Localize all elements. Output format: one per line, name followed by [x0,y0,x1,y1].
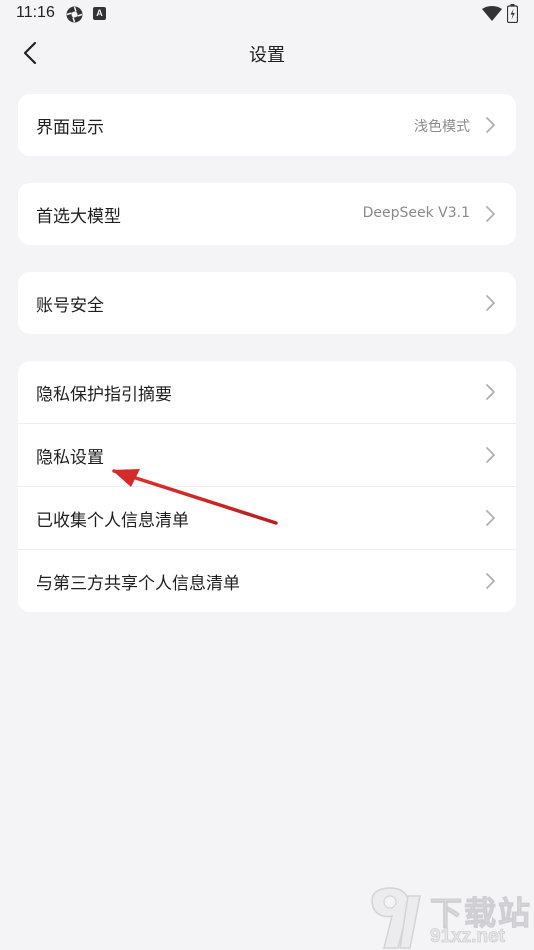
settings-card-privacy: 隐私保护指引摘要 隐私设置 已收集个人信息清单 与第三方共享个人信息清单 [18,361,516,612]
watermark: 下载站 91xz.net [364,886,534,950]
chevron-right-icon [486,206,495,222]
site-logo-icon [371,887,421,949]
settings-card-account: 账号安全 [18,272,516,334]
watermark-domain: 91xz.net [430,926,506,948]
chevron-right-icon [486,384,495,400]
notification-badge-icon: A [93,7,106,20]
settings-card-display: 界面显示 浅色模式 [18,94,516,156]
battery-icon [507,4,518,23]
status-bar: 11:16 A [0,0,534,30]
row-label: 界面显示 [36,118,104,138]
row-interface-display[interactable]: 界面显示 浅色模式 [18,94,516,156]
row-label: 与第三方共享个人信息清单 [36,574,240,594]
row-preferred-model[interactable]: 首选大模型 DeepSeek V3.1 [18,183,516,245]
row-collected-info-list[interactable]: 已收集个人信息清单 [18,486,516,549]
row-label: 账号安全 [36,296,104,316]
row-third-party-sharing-list[interactable]: 与第三方共享个人信息清单 [18,549,516,612]
wifi-icon [482,6,502,21]
chevron-right-icon [486,573,495,589]
row-privacy-settings[interactable]: 隐私设置 [18,423,516,486]
row-label: 首选大模型 [36,207,121,227]
row-privacy-guide-summary[interactable]: 隐私保护指引摘要 [18,361,516,423]
chevron-right-icon [486,447,495,463]
chevron-right-icon [486,510,495,526]
chevron-right-icon [486,295,495,311]
top-app-bar: 设置 [0,30,534,76]
row-label: 隐私保护指引摘要 [36,385,172,405]
status-time: 11:16 [16,4,55,21]
row-value: DeepSeek V3.1 [362,205,470,221]
row-label: 已收集个人信息清单 [36,511,189,531]
settings-card-model: 首选大模型 DeepSeek V3.1 [18,183,516,245]
aperture-icon [66,6,83,23]
row-label: 隐私设置 [36,448,104,468]
row-account-security[interactable]: 账号安全 [18,272,516,334]
page-title: 设置 [249,45,285,66]
row-value: 浅色模式 [414,119,470,135]
chevron-right-icon [486,117,495,133]
